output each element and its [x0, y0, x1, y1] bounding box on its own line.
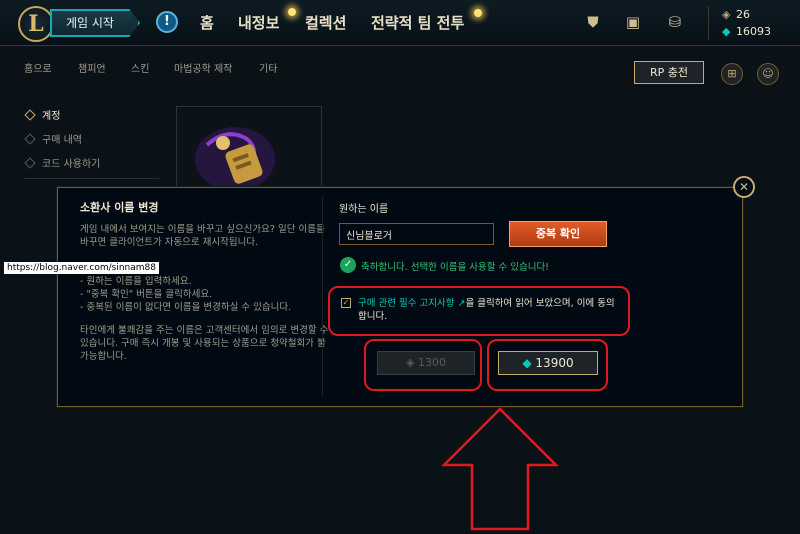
subnav-hextech[interactable]: 마법공학 제작: [174, 60, 232, 75]
diamond-icon: [24, 109, 36, 121]
sidebar-item-redeem-code[interactable]: 코드 사용하기: [24, 155, 101, 170]
shield-icon[interactable]: ⛊: [584, 12, 602, 32]
modal-step-2: - "중복 확인" 버튼을 클릭하세요.: [80, 289, 213, 300]
rp-icon: ◈: [722, 8, 731, 21]
name-change-scroll-icon: [195, 127, 275, 189]
rp-balance: ◈ 26: [722, 8, 750, 21]
friend-icon[interactable]: ☺: [757, 63, 779, 85]
divider: [322, 197, 323, 397]
nav-collection[interactable]: 컬렉션: [305, 12, 346, 33]
checkmark-icon: ✓: [340, 257, 356, 273]
divider: [708, 6, 709, 40]
close-icon[interactable]: ✕: [733, 176, 755, 198]
sidebar-item-account[interactable]: 계정: [24, 107, 61, 122]
sidebar-item-label: 계정: [42, 111, 61, 122]
chest-icon[interactable]: ▣: [624, 12, 642, 32]
subnav-home[interactable]: 홈으로: [24, 60, 52, 75]
success-message: 축하합니다. 선택한 이름을 사용할 수 있습니다!: [361, 262, 549, 273]
store-coins-icon[interactable]: ⛁: [666, 12, 684, 32]
sidebar-item-purchase-history[interactable]: 구매 내역: [24, 131, 82, 146]
subnav-champions[interactable]: 챔피언: [78, 60, 106, 75]
alert-icon[interactable]: !: [156, 11, 178, 33]
modal-warning: 타인에게 불쾌감을 주는 이름은 고객센터에서 임의로 변경할 수 있습니다. …: [80, 325, 329, 362]
sidebar-item-label: 구매 내역: [42, 135, 82, 146]
diamond-icon: [24, 133, 36, 145]
rp-amount: 26: [736, 8, 750, 21]
name-label: 원하는 이름: [339, 204, 389, 215]
be-balance: ◆ 16093: [722, 25, 771, 38]
modal-title: 소환사 이름 변경: [80, 201, 159, 214]
modal-step-1: - 원하는 이름을 입력하세요.: [80, 276, 192, 287]
modal-description: 게임 내에서 보여지는 이름을 바꾸고 싶으신가요? 일단 이름을 바꾸면 클라…: [80, 224, 325, 248]
top-navigation-bar: L 게임 시작 ! 홈 내정보 컬렉션 전략적 팀 전투 ⛊ ▣ ⛁ ◈ 26 ◆…: [0, 0, 800, 46]
sidebar-item-label: 코드 사용하기: [42, 159, 101, 170]
subnav-skins[interactable]: 스킨: [131, 60, 149, 75]
sparkle-decoration: [288, 8, 296, 16]
sparkle-decoration: [474, 9, 482, 17]
name-input[interactable]: [339, 223, 494, 245]
be-amount: 16093: [736, 25, 771, 38]
annotation-box-agree: [328, 286, 630, 336]
subnav-other[interactable]: 기타: [259, 60, 277, 75]
blue-essence-icon: ◆: [722, 25, 731, 38]
product-card[interactable]: [176, 106, 322, 190]
nav-tft[interactable]: 전략적 팀 전투: [371, 12, 464, 33]
league-logo-icon[interactable]: L: [18, 6, 54, 42]
modal-step-3: - 중복된 이름이 없다면 이름을 변경하실 수 있습니다.: [80, 302, 292, 313]
gift-icon[interactable]: ⊞: [721, 63, 743, 85]
watermark: https://blog.naver.com/sinnam88: [4, 262, 159, 274]
diamond-icon: [24, 157, 36, 169]
annotation-box-be: [487, 339, 608, 391]
annotation-box-rp: [364, 339, 482, 391]
check-duplicate-button[interactable]: 중복 확인: [509, 221, 607, 247]
play-button[interactable]: 게임 시작: [50, 9, 140, 37]
nav-home[interactable]: 홈: [200, 12, 214, 33]
rp-charge-button[interactable]: RP 충전: [634, 61, 704, 84]
divider: [24, 178, 159, 179]
annotation-arrow-icon: [440, 407, 560, 531]
nav-profile[interactable]: 내정보: [238, 12, 279, 33]
